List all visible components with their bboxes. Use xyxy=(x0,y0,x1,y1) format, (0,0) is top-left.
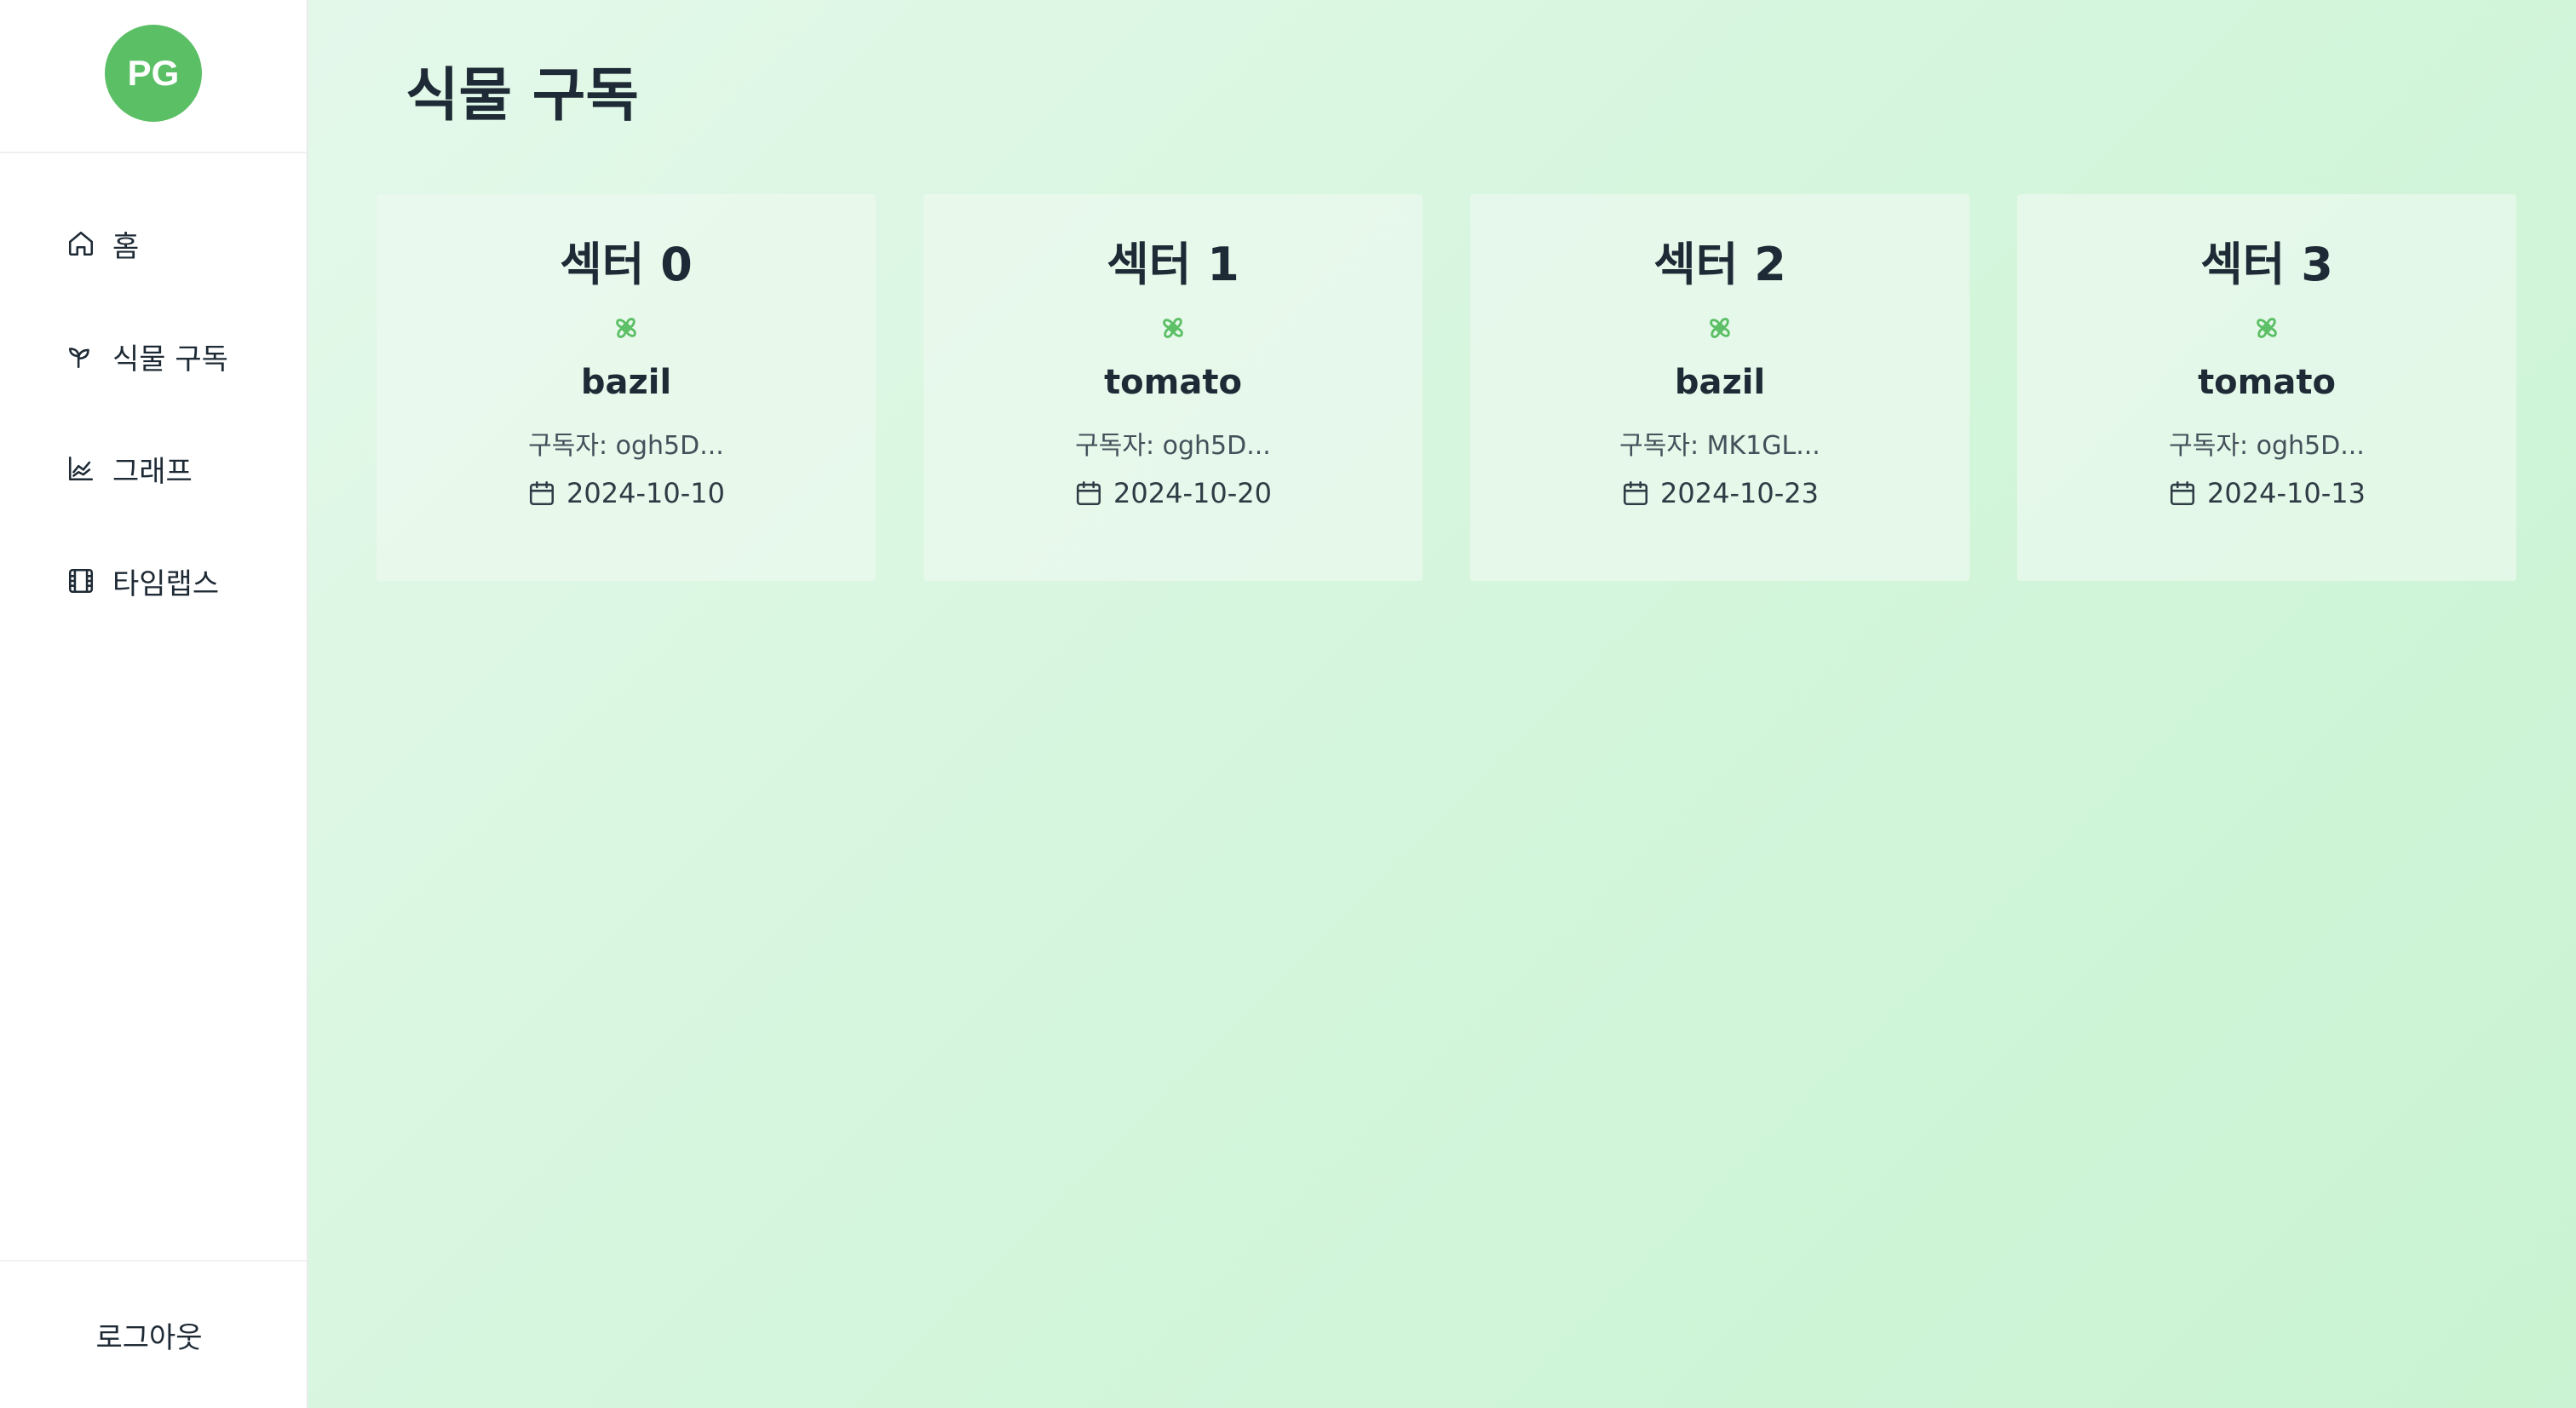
plant-name: tomato xyxy=(1104,363,1242,402)
sidebar-item-timelapse[interactable]: 타임랩스 xyxy=(0,525,307,637)
sector-card[interactable]: 섹터 2 bazil 구독자: MK1GL... 2024-10-23 xyxy=(1470,194,1969,581)
sector-cards: 섹터 0 bazil 구독자: ogh5D... 2024-10-10 섹터 1… xyxy=(377,194,2516,581)
sidebar: PG 홈 식물 구독 그래프 타임랩스 로그아웃 xyxy=(0,0,308,1408)
date-row: 2024-10-10 xyxy=(527,477,725,509)
sidebar-item-label: 타임랩스 xyxy=(112,566,220,601)
page-title: 식물 구독 xyxy=(405,62,639,129)
subscription-date: 2024-10-10 xyxy=(566,477,725,509)
plant-name: bazil xyxy=(1674,363,1766,402)
sector-card[interactable]: 섹터 1 tomato 구독자: ogh5D... 2024-10-20 xyxy=(923,194,1423,581)
sector-title: 섹터 0 xyxy=(560,238,693,291)
sidebar-header: PG xyxy=(0,0,307,153)
sidebar-item-home[interactable]: 홈 xyxy=(0,187,307,300)
main-content: 식물 구독 섹터 0 bazil 구독자: ogh5D... 2024-10-1… xyxy=(308,0,2576,1408)
sidebar-item-graph[interactable]: 그래프 xyxy=(0,412,307,525)
flower-icon xyxy=(1710,318,1730,338)
subscription-date: 2024-10-23 xyxy=(1660,477,1819,509)
flower-icon xyxy=(1163,318,1183,338)
film-icon xyxy=(66,566,95,595)
subscription-date: 2024-10-13 xyxy=(2207,477,2366,509)
subscriber-text: 구독자: ogh5D... xyxy=(2169,431,2365,461)
app: PG 홈 식물 구독 그래프 타임랩스 로그아웃 식물 구독 섹터 0 bazi… xyxy=(0,0,2576,1408)
sidebar-nav: 홈 식물 구독 그래프 타임랩스 xyxy=(0,153,307,637)
subscription-date: 2024-10-20 xyxy=(1113,477,1272,509)
sector-title: 섹터 3 xyxy=(2200,238,2333,291)
sector-card[interactable]: 섹터 3 tomato 구독자: ogh5D... 2024-10-13 xyxy=(2017,194,2516,581)
subscriber-text: 구독자: MK1GL... xyxy=(1619,431,1820,461)
flower-icon xyxy=(2257,318,2277,338)
sector-card[interactable]: 섹터 0 bazil 구독자: ogh5D... 2024-10-10 xyxy=(377,194,876,581)
plant-name: tomato xyxy=(2198,363,2336,402)
subscriber-text: 구독자: ogh5D... xyxy=(1075,431,1271,461)
sidebar-item-label: 식물 구독 xyxy=(112,342,228,376)
sidebar-item-label: 그래프 xyxy=(112,454,193,489)
sidebar-item-plant-subscription[interactable]: 식물 구독 xyxy=(0,300,307,412)
calendar-icon xyxy=(527,479,556,508)
calendar-icon xyxy=(1621,479,1650,508)
sector-title: 섹터 1 xyxy=(1107,238,1239,291)
sidebar-footer: 로그아웃 xyxy=(0,1260,307,1408)
date-row: 2024-10-23 xyxy=(1621,477,1819,509)
sprout-icon xyxy=(66,342,95,371)
sector-title: 섹터 2 xyxy=(1653,238,1786,291)
avatar[interactable]: PG xyxy=(105,25,202,122)
date-row: 2024-10-13 xyxy=(2168,477,2366,509)
calendar-icon xyxy=(2168,479,2197,508)
logout-button[interactable]: 로그아웃 xyxy=(95,1314,202,1356)
chart-icon xyxy=(66,454,95,483)
date-row: 2024-10-20 xyxy=(1074,477,1272,509)
flower-icon xyxy=(616,318,636,338)
calendar-icon xyxy=(1074,479,1103,508)
subscriber-text: 구독자: ogh5D... xyxy=(528,431,724,461)
home-icon xyxy=(66,229,95,258)
plant-name: bazil xyxy=(580,363,672,402)
sidebar-item-label: 홈 xyxy=(112,229,140,264)
